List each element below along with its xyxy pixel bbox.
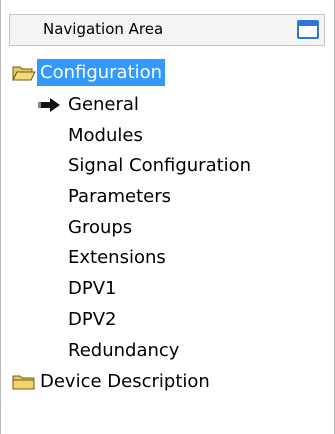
tree-item-redundancy[interactable]: Redundancy [1,337,201,364]
arrow-right-icon [38,98,60,112]
tree-item-groups[interactable]: Groups [1,214,201,241]
tree-item-general[interactable]: General [1,91,201,118]
tree-item-label: Signal Configuration [68,155,252,176]
tree-item-signal-configuration[interactable]: Signal Configuration [1,152,321,179]
tree-node-device-description[interactable]: Device Description [1,368,271,395]
tree-item-extensions[interactable]: Extensions [1,244,201,271]
tree-item-label: Parameters [68,186,172,207]
tree-node-label: Configuration [37,59,166,86]
tree-item-dpv1[interactable]: DPV1 [1,275,201,302]
tree-node-label: Device Description [40,371,210,392]
tree-item-label: Modules [68,125,143,146]
tree-node-configuration[interactable]: Configuration [1,59,221,86]
tree-item-label: General [68,94,139,115]
tree-item-label: DPV2 [68,309,117,330]
tree-item-label: DPV1 [68,278,117,299]
navigation-panel: Navigation Area Configuration General Mo… [0,0,335,434]
tree-item-modules[interactable]: Modules [1,122,201,149]
navigation-tree: Configuration General Modules Signal Con… [1,0,334,434]
tree-item-label: Extensions [68,247,166,268]
tree-item-label: Redundancy [68,340,180,361]
folder-closed-icon [12,375,35,390]
tree-item-label: Groups [68,217,133,238]
folder-open-icon [12,66,36,81]
tree-item-parameters[interactable]: Parameters [1,183,201,210]
tree-item-dpv2[interactable]: DPV2 [1,306,201,333]
